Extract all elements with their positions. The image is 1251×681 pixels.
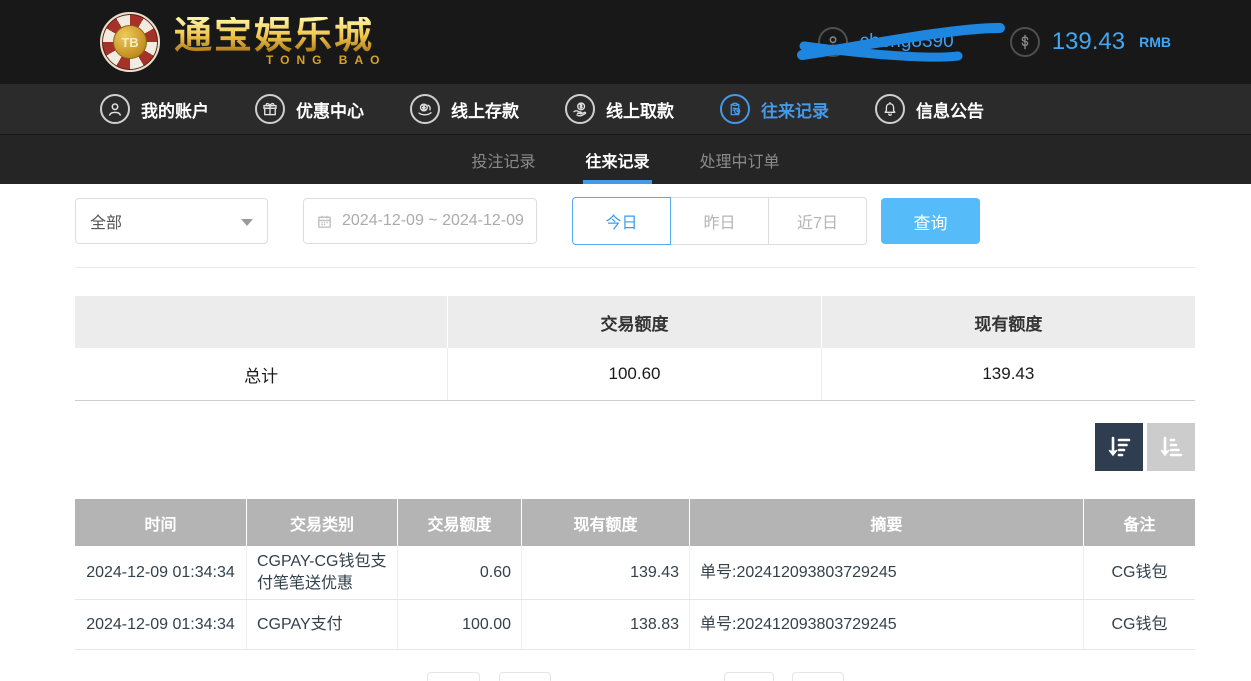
- tab-label: 处理中订单: [699, 153, 780, 171]
- col-header-balance: 现有额度: [522, 499, 690, 546]
- user-avatar-icon: [817, 27, 848, 57]
- deposit-icon: [410, 94, 440, 124]
- logo-title: 通宝娱乐城: [174, 17, 386, 55]
- cell-balance: 139.43: [522, 546, 690, 600]
- top-header-bar: TB 通宝娱乐城 TONG BAO cheng8390 139.43 RMB: [0, 0, 1251, 84]
- summary-current-amount: 139.43: [982, 364, 1035, 383]
- cell-type: CGPAY-CG钱包支付笔笔送优惠: [247, 546, 398, 600]
- summary-table: 交易额度 现有额度 总计 100.60 139.43: [75, 296, 1195, 401]
- calendar-icon: [316, 213, 333, 230]
- pagination: [75, 672, 1195, 681]
- nav-label: 线上存款: [451, 101, 519, 121]
- summary-header-row: 交易额度 现有额度: [75, 296, 1195, 348]
- balance-amount: 139.43: [1051, 28, 1126, 55]
- search-button[interactable]: 查询: [881, 198, 980, 244]
- poker-chip-icon: TB: [100, 12, 160, 72]
- sort-desc-icon: [1108, 436, 1131, 457]
- pagination-first-button[interactable]: [426, 672, 480, 681]
- cell-time: 2024-12-09 01:34:34: [75, 546, 247, 600]
- chip-label: TB: [121, 34, 139, 50]
- withdraw-icon: [565, 94, 595, 124]
- nav-label: 我的账户: [141, 101, 209, 121]
- cell-note: CG钱包: [1111, 563, 1168, 581]
- nav-label: 线上取款: [606, 101, 674, 121]
- date-range-value: 2024-12-09 ~ 2024-12-09: [342, 212, 524, 229]
- cell-balance: 138.83: [522, 600, 690, 650]
- tab-label: 投注记录: [471, 153, 536, 171]
- quick-range-yesterday-button[interactable]: 昨日: [670, 197, 769, 245]
- site-logo[interactable]: TB 通宝娱乐城 TONG BAO: [100, 12, 386, 72]
- cell-type: CGPAY支付: [247, 600, 398, 650]
- active-tab-underline: [583, 180, 652, 184]
- sort-descending-button[interactable]: [1095, 423, 1143, 471]
- records-header-row: 时间 交易类别 交易额度 现有额度 摘要 备注: [75, 499, 1195, 546]
- quick-range-group: 今日 昨日 近7日: [572, 197, 867, 245]
- col-header-type: 交易类别: [247, 499, 398, 546]
- cell-note: CG钱包: [1111, 615, 1168, 633]
- nav-label: 信息公告: [916, 101, 984, 121]
- username: cheng8390: [859, 31, 954, 52]
- type-filter-select[interactable]: 全部: [75, 198, 268, 244]
- cell-amount: 100.00: [398, 600, 522, 650]
- nav-item-withdraw[interactable]: 线上取款: [565, 94, 674, 124]
- pagination-prev-button[interactable]: [498, 672, 551, 681]
- col-header-note: 备注: [1123, 516, 1156, 534]
- dollar-icon: [1009, 27, 1040, 57]
- type-filter-value: 全部: [90, 215, 123, 232]
- summary-total-label: 总计: [75, 348, 449, 400]
- gift-icon: [255, 94, 285, 124]
- bell-icon: [875, 94, 905, 124]
- tab-label: 往来记录: [585, 153, 650, 171]
- summary-header-current: 现有额度: [974, 314, 1043, 334]
- nav-item-transaction-records[interactable]: 往来记录: [720, 94, 829, 124]
- tab-pending-orders[interactable]: 处理中订单: [698, 135, 782, 184]
- sort-controls: [75, 423, 1195, 471]
- user-info[interactable]: cheng8390: [796, 22, 1005, 62]
- pagination-last-button[interactable]: [791, 672, 844, 681]
- filter-bar: 全部 2024-12-09 ~ 2024-12-09 今日 昨日 近7日 查询: [75, 197, 1195, 245]
- records-table: 时间 交易类别 交易额度 现有额度 摘要 备注 2024-12-09 01:34…: [75, 499, 1195, 651]
- date-range-input[interactable]: 2024-12-09 ~ 2024-12-09: [303, 198, 537, 244]
- summary-trade-amount: 100.60: [448, 348, 822, 400]
- section-divider: [75, 267, 1195, 268]
- table-row: 2024-12-09 01:34:34 CGPAY支付 100.00 138.8…: [75, 600, 1195, 651]
- nav-item-deposit[interactable]: 线上存款: [410, 94, 519, 124]
- nav-label: 往来记录: [761, 101, 829, 121]
- tab-bet-records[interactable]: 投注记录: [469, 135, 537, 184]
- sort-ascending-button[interactable]: [1147, 423, 1195, 471]
- records-subnav: 投注记录 往来记录 处理中订单: [0, 134, 1251, 184]
- summary-total-row: 总计 100.60 139.43: [75, 348, 1195, 401]
- cell-time: 2024-12-09 01:34:34: [75, 600, 247, 650]
- quick-range-7days-button[interactable]: 近7日: [768, 197, 867, 245]
- nav-item-promotions[interactable]: 优惠中心: [255, 94, 364, 124]
- quick-range-today-button[interactable]: 今日: [572, 197, 671, 245]
- chevron-down-icon: [241, 219, 253, 226]
- cell-summary: 单号:202412093803729245: [690, 600, 1084, 650]
- nav-item-my-account[interactable]: 我的账户: [100, 94, 209, 124]
- table-row: 2024-12-09 01:34:34 CGPAY-CG钱包支付笔笔送优惠 0.…: [75, 546, 1195, 601]
- col-header-amount: 交易额度: [398, 499, 522, 546]
- sort-asc-icon: [1160, 436, 1183, 457]
- tab-transaction-records[interactable]: 往来记录: [583, 135, 652, 184]
- summary-header-empty: [75, 296, 449, 348]
- pagination-next-button[interactable]: [723, 672, 774, 681]
- records-icon: [720, 94, 750, 124]
- summary-header-trade: 交易额度: [448, 296, 822, 348]
- account-icon: [100, 94, 130, 124]
- balance-currency: RMB: [1139, 34, 1171, 50]
- balance-display: 139.43 RMB: [1009, 27, 1171, 57]
- col-header-time: 时间: [75, 499, 247, 546]
- nav-item-announcements[interactable]: 信息公告: [875, 94, 984, 124]
- cell-amount: 0.60: [398, 546, 522, 600]
- cell-summary: 单号:202412093803729245: [690, 546, 1084, 600]
- main-nav: 我的账户 优惠中心 线上存款 线上取款 往来记录 信息公告: [0, 84, 1251, 134]
- nav-label: 优惠中心: [296, 101, 364, 121]
- col-header-summary: 摘要: [690, 499, 1084, 546]
